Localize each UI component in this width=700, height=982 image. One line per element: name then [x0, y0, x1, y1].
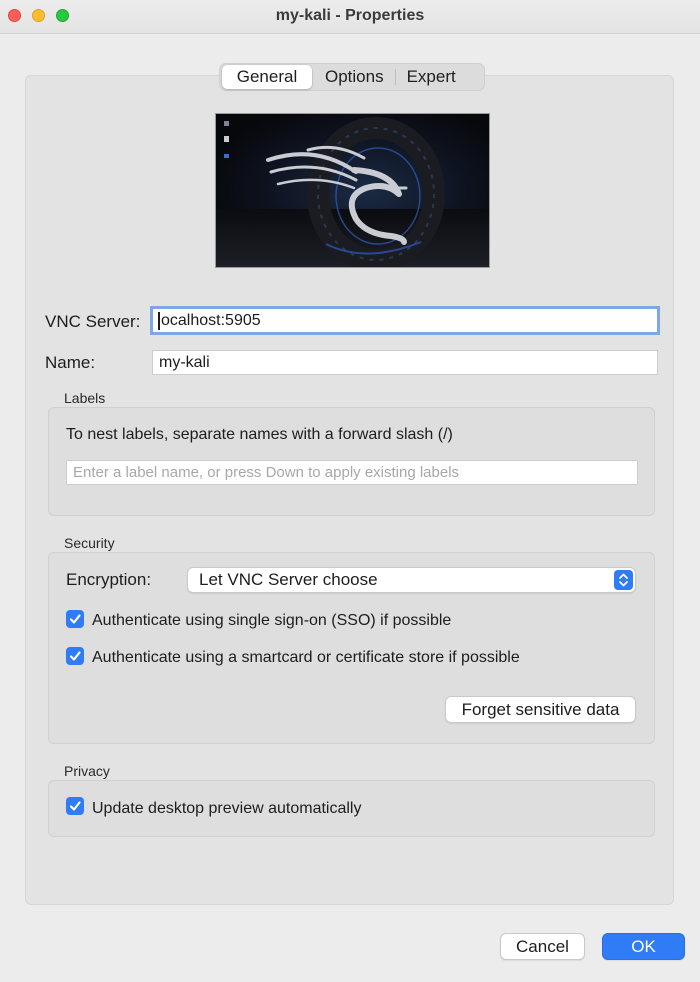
name-input[interactable]: my-kali [152, 350, 658, 375]
encryption-label: Encryption: [66, 570, 152, 589]
encryption-value: Let VNC Server choose [199, 570, 378, 589]
kali-dragon-icon [216, 114, 489, 267]
smartcard-checkbox[interactable] [66, 647, 84, 665]
checkmark-icon [69, 614, 81, 624]
update-preview-checkbox[interactable] [66, 797, 84, 815]
title-bar: my-kali - Properties [0, 0, 700, 34]
forget-sensitive-data-button[interactable]: Forget sensitive data [445, 696, 636, 723]
sso-checkbox-label: Authenticate using single sign-on (SSO) … [92, 612, 452, 629]
smartcard-checkbox-label: Authenticate using a smartcard or certif… [92, 649, 520, 666]
encryption-select[interactable]: Let VNC Server choose [187, 567, 636, 593]
tab-expert[interactable]: Expert [396, 65, 467, 89]
vnc-server-input[interactable]: ocalhost:5905 [150, 306, 660, 335]
sso-checkbox[interactable] [66, 610, 84, 628]
text-caret [158, 311, 160, 330]
name-label: Name: [45, 353, 96, 372]
desktop-preview-image [215, 113, 490, 268]
update-preview-checkbox-label: Update desktop preview automatically [92, 800, 362, 817]
name-value: my-kali [159, 353, 210, 371]
label-name-input[interactable]: Enter a label name, or press Down to app… [66, 460, 638, 485]
window-title: my-kali - Properties [275, 7, 425, 24]
label-name-placeholder: Enter a label name, or press Down to app… [73, 464, 460, 481]
checkmark-icon [69, 651, 81, 661]
tab-options[interactable]: Options [314, 65, 395, 89]
chevron-up-down-icon [614, 570, 633, 590]
checkmark-icon [69, 801, 81, 811]
tab-general[interactable]: General [222, 65, 312, 89]
security-section-title: Security [64, 535, 115, 551]
privacy-section-title: Privacy [64, 763, 110, 779]
cancel-button[interactable]: Cancel [500, 933, 585, 960]
vnc-server-label: VNC Server: [45, 312, 141, 331]
labels-hint: To nest labels, separate names with a fo… [66, 426, 453, 443]
tab-bar: General Options Expert [219, 63, 485, 91]
vnc-server-value: ocalhost:5905 [161, 311, 261, 329]
ok-button[interactable]: OK [602, 933, 685, 960]
labels-section-title: Labels [64, 390, 106, 406]
